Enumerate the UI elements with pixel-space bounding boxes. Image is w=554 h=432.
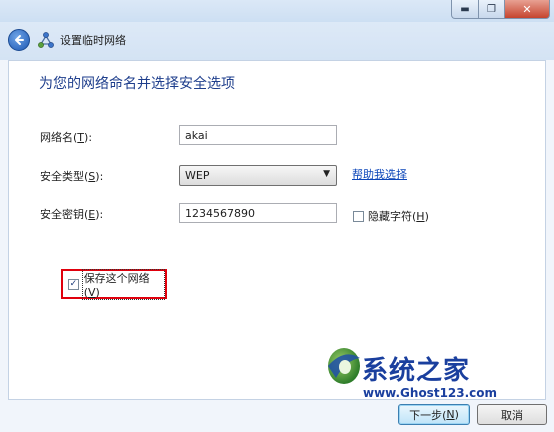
network-name-label: 网络名(T): [40, 131, 93, 144]
cancel-button[interactable]: 取消 [477, 404, 547, 425]
back-button[interactable] [8, 29, 30, 51]
security-type-label: 安全类型(S): [40, 170, 104, 183]
hide-characters-checkbox[interactable] [353, 210, 364, 222]
next-button[interactable]: 下一步(N) [398, 404, 470, 425]
hide-characters-option[interactable]: 隐藏字符(H) [353, 208, 429, 224]
dropdown-arrow-icon: ▼ [323, 169, 330, 179]
title-bar: ▬ ❐ ✕ [0, 0, 554, 22]
security-type-dropdown[interactable]: WEP ▼ [179, 165, 337, 186]
content-panel: 为您的网络命名并选择安全选项 网络名(T): 安全类型(S): WEP ▼ 帮助… [8, 60, 546, 400]
watermark-logo-icon [328, 348, 360, 384]
security-key-input[interactable] [179, 203, 337, 223]
security-key-label: 安全密钥(E): [40, 208, 104, 221]
minimize-button[interactable]: ▬ [451, 0, 479, 19]
page-heading: 为您的网络命名并选择安全选项 [39, 76, 235, 92]
caption-buttons: ▬ ❐ ✕ [451, 0, 550, 20]
save-network-checkbox[interactable]: ✓ [68, 278, 79, 290]
watermark-url: www.Ghost123.com [363, 386, 498, 400]
back-arrow-icon [15, 35, 24, 45]
save-network-label[interactable]: 保存这个网络(V) [81, 268, 165, 300]
window-title: 设置临时网络 [60, 34, 126, 47]
watermark-title: 系统之家 [362, 356, 471, 386]
maximize-button[interactable]: ❐ [479, 0, 505, 19]
close-button[interactable]: ✕ [505, 0, 550, 19]
security-type-value: WEP [185, 169, 210, 182]
help-me-choose-link[interactable]: 帮助我选择 [352, 166, 407, 182]
navigation-bar: 设置临时网络 [0, 22, 554, 60]
save-network-highlight: ✓ 保存这个网络(V) [61, 268, 167, 300]
ad-hoc-network-icon [38, 32, 54, 48]
hide-characters-label: 隐藏字符(H) [368, 210, 429, 223]
network-name-input[interactable] [179, 125, 337, 145]
